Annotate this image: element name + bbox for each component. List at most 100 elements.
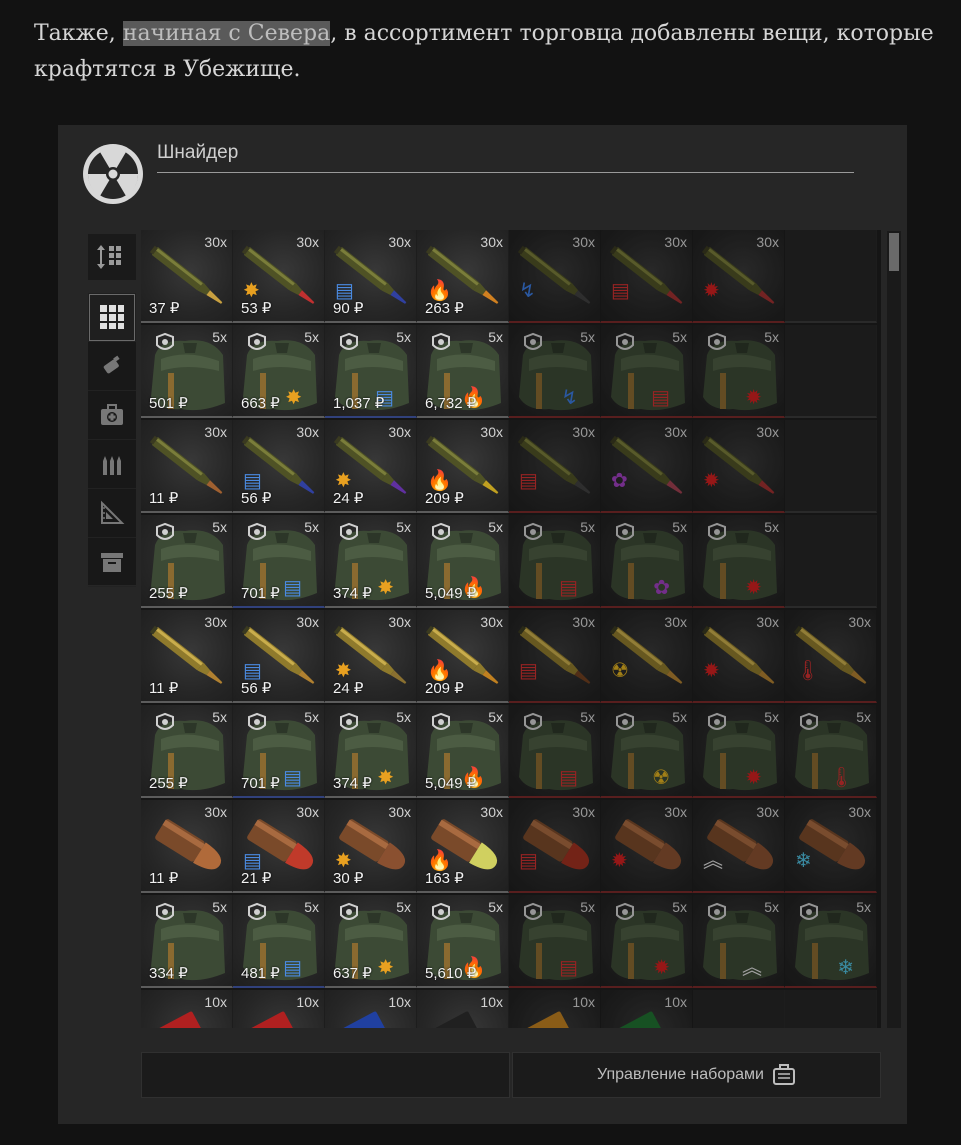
- item-slot[interactable]: 30x 🔥 263 ₽: [417, 230, 509, 323]
- item-slot[interactable]: 30x 🔥 209 ₽: [417, 610, 509, 703]
- item-slot[interactable]: 5x ❄: [785, 895, 877, 988]
- manage-kits-button[interactable]: Управление наборами: [512, 1052, 881, 1098]
- item-slot[interactable]: 5x ▤ 701 ₽: [233, 515, 325, 608]
- category-tools[interactable]: [88, 489, 136, 538]
- item-slot[interactable]: 10x: [601, 990, 693, 1028]
- item-slot[interactable]: 5x 501 ₽: [141, 325, 233, 418]
- grid-scrollbar-thumb[interactable]: [889, 233, 899, 271]
- item-slot[interactable]: 5x ✸ 637 ₽: [325, 895, 417, 988]
- item-slot[interactable]: 30x ✹: [601, 800, 693, 893]
- item-quantity: 30x: [204, 804, 227, 820]
- item-slot[interactable]: 5x ✹: [693, 325, 785, 418]
- item-slot[interactable]: 30x ▤: [509, 800, 601, 893]
- explosive-icon: ✸: [335, 470, 352, 492]
- item-slot[interactable]: 30x ▤ 21 ₽: [233, 800, 325, 893]
- item-slot[interactable]: 30x ▤ 56 ₽: [233, 420, 325, 513]
- item-slot[interactable]: 30x ↯: [509, 230, 601, 323]
- item-slot[interactable]: 30x ☢: [601, 610, 693, 703]
- item-slot[interactable]: 5x ▤: [509, 895, 601, 988]
- sort-button[interactable]: [88, 234, 136, 280]
- item-slot[interactable]: 30x ▤ 56 ₽: [233, 610, 325, 703]
- category-all[interactable]: [88, 293, 136, 342]
- item-slot[interactable]: 30x ▤ 90 ₽: [325, 230, 417, 323]
- item-quantity: 5x: [672, 329, 687, 345]
- item-slot[interactable]: 30x ✿: [601, 420, 693, 513]
- item-slot[interactable]: 30x 37 ₽: [141, 230, 233, 323]
- item-slot[interactable]: 5x ☢: [601, 705, 693, 798]
- item-price: 663 ₽: [241, 395, 280, 412]
- item-quantity: 30x: [664, 234, 687, 250]
- bleeding-icon: ✹: [745, 767, 762, 789]
- item-slot[interactable]: 5x 🔥 6,732 ₽: [417, 325, 509, 418]
- item-slot[interactable]: 5x 🔥 5,610 ₽: [417, 895, 509, 988]
- category-grenades[interactable]: [88, 342, 136, 391]
- item-quantity: 30x: [480, 614, 503, 630]
- item-slot[interactable]: 10x: [509, 990, 601, 1028]
- armor-damage-icon: ▤: [559, 577, 578, 599]
- item-slot[interactable]: 10x: [417, 990, 509, 1028]
- item-slot[interactable]: 10x: [325, 990, 417, 1028]
- item-slot[interactable]: 5x ✹: [601, 895, 693, 988]
- item-slot[interactable]: 5x ▤: [509, 515, 601, 608]
- item-slot[interactable]: 10x: [141, 990, 233, 1028]
- category-medical[interactable]: [88, 391, 136, 440]
- item-slot[interactable]: 30x ✸ 24 ₽: [325, 420, 417, 513]
- item-slot[interactable]: 5x ✸ 374 ₽: [325, 705, 417, 798]
- item-slot[interactable]: 30x 🔥 163 ₽: [417, 800, 509, 893]
- item-slot[interactable]: 5x 🔥 5,049 ₽: [417, 705, 509, 798]
- item-slot[interactable]: 30x ✸ 24 ₽: [325, 610, 417, 703]
- item-slot[interactable]: 30x ❄: [785, 800, 877, 893]
- item-slot[interactable]: 30x ▤: [509, 610, 601, 703]
- item-slot[interactable]: 30x ︽: [693, 800, 785, 893]
- item-slot[interactable]: 5x 334 ₽: [141, 895, 233, 988]
- grid-scrollbar[interactable]: [887, 231, 901, 1028]
- item-slot[interactable]: 30x 11 ₽: [141, 420, 233, 513]
- item-slot[interactable]: 30x 11 ₽: [141, 800, 233, 893]
- item-slot[interactable]: 5x ︽: [693, 895, 785, 988]
- bleeding-icon: ✹: [745, 387, 762, 409]
- explosive-icon: ✸: [377, 577, 394, 599]
- item-slot[interactable]: 30x ✹: [693, 230, 785, 323]
- tools-icon: [101, 500, 125, 524]
- item-slot[interactable]: 30x 11 ₽: [141, 610, 233, 703]
- item-quantity: 5x: [488, 329, 503, 345]
- item-slot[interactable]: 5x ✿: [601, 515, 693, 608]
- item-quantity: 30x: [848, 614, 871, 630]
- item-slot[interactable]: 30x ✸ 53 ₽: [233, 230, 325, 323]
- item-quantity: 30x: [296, 424, 319, 440]
- item-slot[interactable]: 5x ▤ 1,037 ₽: [325, 325, 417, 418]
- item-slot[interactable]: 5x 255 ₽: [141, 515, 233, 608]
- item-slot[interactable]: 5x 🌡: [785, 705, 877, 798]
- item-slot[interactable]: 30x 🌡: [785, 610, 877, 703]
- item-slot[interactable]: 5x ▤ 481 ₽: [233, 895, 325, 988]
- item-slot[interactable]: 30x ✹: [693, 420, 785, 513]
- item-slot[interactable]: 30x ✹: [693, 610, 785, 703]
- item-slot[interactable]: 5x ✸ 663 ₽: [233, 325, 325, 418]
- item-slot[interactable]: 5x ✸ 374 ₽: [325, 515, 417, 608]
- item-slot[interactable]: 30x ▤: [509, 420, 601, 513]
- item-price: 30 ₽: [333, 870, 364, 887]
- item-slot[interactable]: 5x 🔥 5,049 ₽: [417, 515, 509, 608]
- item-price: 501 ₽: [149, 395, 188, 412]
- category-ammo[interactable]: [88, 440, 136, 489]
- item-quantity: 30x: [388, 424, 411, 440]
- item-slot[interactable]: 5x 255 ₽: [141, 705, 233, 798]
- item-slot[interactable]: 5x ▤ 701 ₽: [233, 705, 325, 798]
- item-quantity: 30x: [480, 234, 503, 250]
- item-slot[interactable]: 5x ✹: [693, 705, 785, 798]
- item-slot[interactable]: 30x ✸ 30 ₽: [325, 800, 417, 893]
- item-slot[interactable]: 5x ↯: [509, 325, 601, 418]
- item-slot[interactable]: 10x: [233, 990, 325, 1028]
- category-containers[interactable]: [88, 538, 136, 587]
- item-slot[interactable]: 5x ▤: [601, 325, 693, 418]
- item-slot[interactable]: 5x ▤: [509, 705, 601, 798]
- item-quantity: 5x: [672, 709, 687, 725]
- rank-chevron-icon: ︽: [742, 957, 762, 979]
- item-slot[interactable]: 5x ✹: [693, 515, 785, 608]
- incendiary-icon: 🔥: [427, 660, 452, 682]
- item-slot[interactable]: 30x ▤: [601, 230, 693, 323]
- item-quantity: 5x: [396, 519, 411, 535]
- item-quantity: 30x: [296, 614, 319, 630]
- grid-row: 30x 11 ₽30x ▤ 21 ₽30x ✸ 30 ₽30x 🔥 163 ₽30x ▤ 30x ✹…: [141, 800, 881, 895]
- item-slot[interactable]: 30x 🔥 209 ₽: [417, 420, 509, 513]
